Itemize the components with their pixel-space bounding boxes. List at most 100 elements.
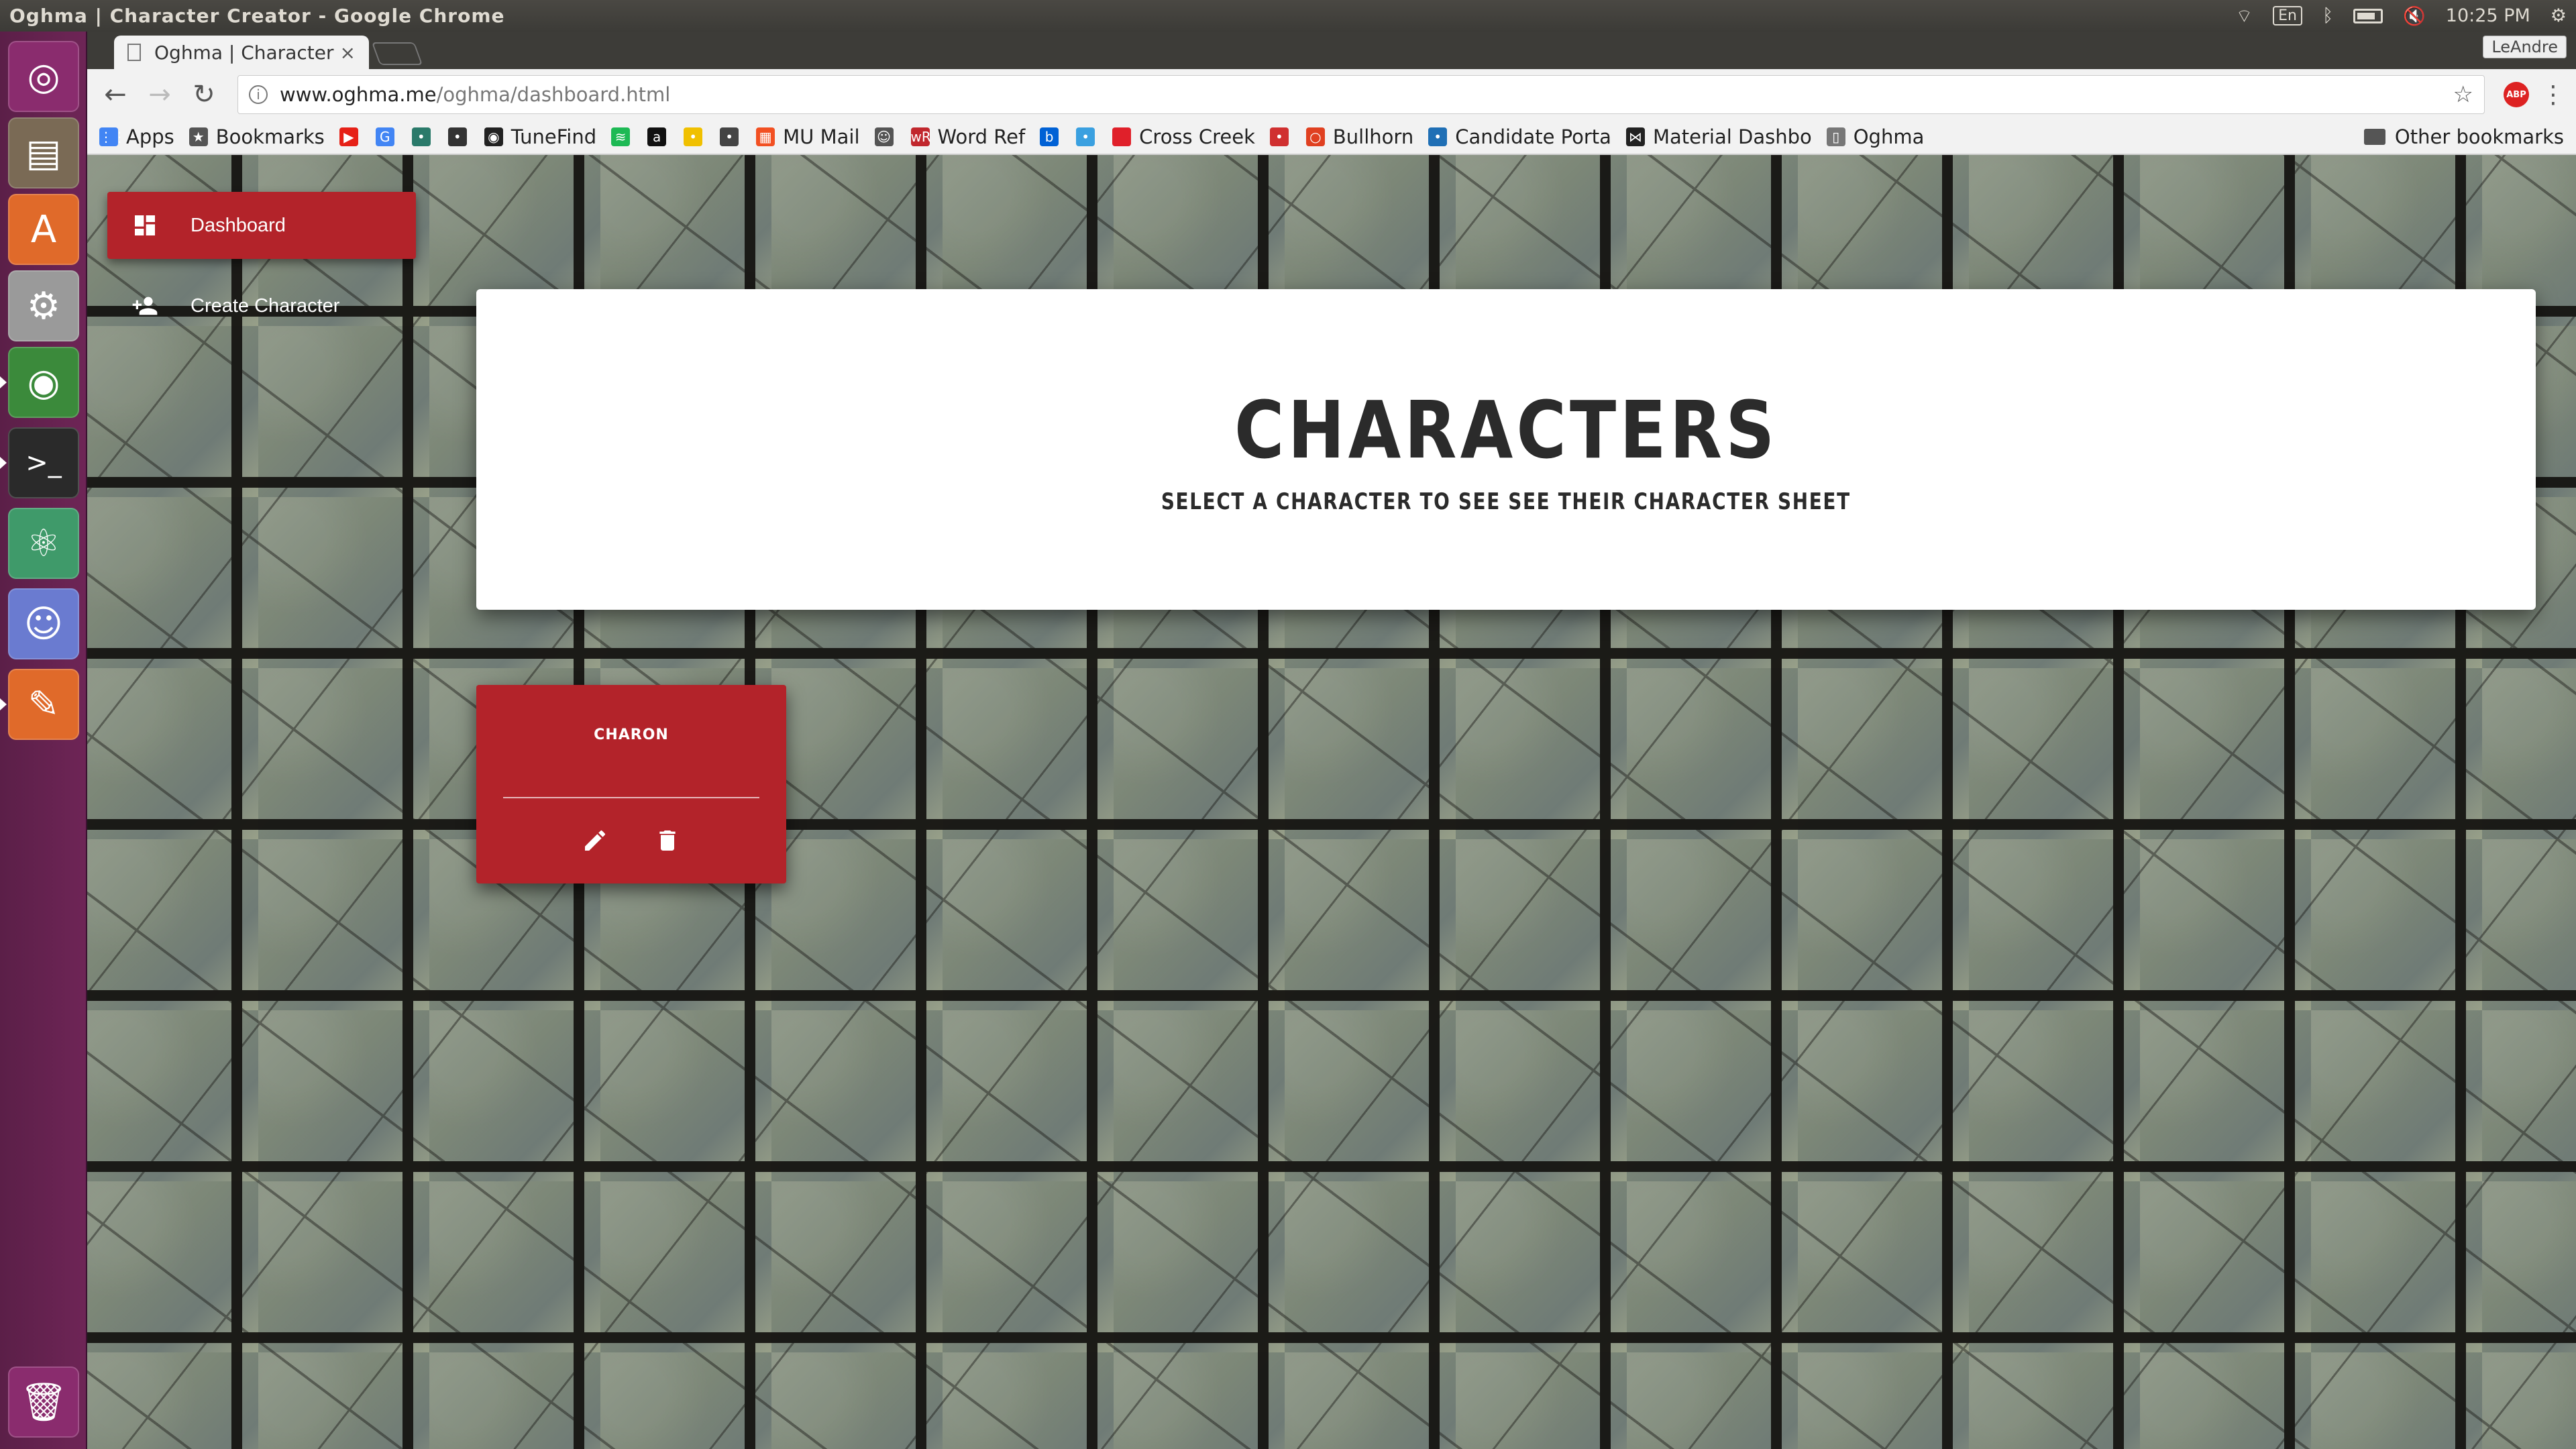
delete-trash-icon[interactable]	[653, 826, 682, 855]
chrome-icon[interactable]: ◉	[8, 347, 79, 418]
sidebar-item-label: Create Character	[191, 294, 340, 317]
reload-icon[interactable]: ↻	[185, 76, 223, 113]
bookmarks-bar: ⋮⋮ Apps ★ Bookmarks ▶ G • • ◉ TuneFind ≋ a • • ▦ MU Mai…	[87, 120, 2576, 155]
sidebar-item-create-character[interactable]: Create Character	[107, 272, 416, 339]
bookmark-item[interactable]: a	[647, 127, 674, 146]
bookmark-item[interactable]: ★ Bookmarks	[189, 125, 325, 148]
bookmark-item[interactable]: ⋈ Material Dashbo	[1625, 125, 1812, 148]
address-bar[interactable]: i www.oghma.me/oghma/dashboard.html ☆	[237, 75, 2485, 114]
bookmark-item[interactable]: ☺	[874, 127, 902, 146]
wifi-icon[interactable]: ⌔	[2236, 5, 2253, 28]
google-icon: G	[375, 127, 394, 146]
folder-icon	[2363, 129, 2385, 145]
site-icon: •	[720, 127, 739, 146]
card-divider	[503, 797, 759, 798]
bookmark-item[interactable]: ▶	[339, 127, 366, 146]
editor-icon[interactable]: ✎	[8, 669, 79, 740]
bookmark-label: Oghma	[1853, 125, 1925, 148]
forward-arrow-icon[interactable]: →	[141, 76, 178, 113]
browser-tab-active[interactable]: Oghma | Character ×	[114, 36, 369, 69]
battery-icon[interactable]	[2353, 8, 2383, 23]
bookmark-label: MU Mail	[783, 125, 860, 148]
bookmark-item[interactable]: ◉ TuneFind	[484, 125, 596, 148]
spotify-icon: ≋	[611, 127, 631, 146]
back-arrow-icon[interactable]: ←	[97, 76, 134, 113]
edit-pencil-icon[interactable]	[580, 826, 610, 855]
atom-icon[interactable]: ⚛	[8, 508, 79, 579]
character-card[interactable]: Charon	[476, 685, 786, 883]
browser-toolbar: ← → ↻ i www.oghma.me/oghma/dashboard.htm…	[87, 69, 2576, 120]
terminal-icon[interactable]: >_	[8, 427, 79, 498]
apps-grid-icon: ⋮⋮	[99, 127, 126, 146]
site-info-icon[interactable]: i	[249, 85, 268, 104]
site-icon: •	[411, 127, 431, 146]
os-top-panel: Oghma | Character Creator - Google Chrom…	[0, 0, 2576, 32]
clock[interactable]: 10:25 PM	[2446, 5, 2530, 26]
bookmark-star-icon[interactable]: ☆	[2453, 81, 2473, 108]
bookmark-item[interactable]: •	[684, 127, 710, 146]
browser-tab-strip: Oghma | Character × LeAndre	[87, 32, 2576, 69]
tunefind-icon: ◉	[484, 127, 503, 146]
bookmark-label: Cross Creek	[1139, 125, 1255, 148]
page-title: Characters	[1234, 384, 1778, 476]
characters-header-card: Characters Select a character to see see…	[476, 289, 2536, 610]
files-icon[interactable]: ▤	[8, 117, 79, 189]
bookmark-item[interactable]: ≋	[611, 127, 638, 146]
dashboard-icon	[131, 212, 158, 239]
character-name[interactable]: Charon	[476, 727, 786, 743]
keyboard-layout-indicator[interactable]: En	[2273, 6, 2302, 25]
tab-close-icon[interactable]: ×	[340, 42, 356, 64]
system-settings-icon[interactable]: ⚙	[8, 270, 79, 341]
bookmark-item[interactable]: wR Word Ref	[910, 125, 1026, 148]
indicator-area: ⌔ En ᛒ 🔇 10:25 PM ⚙	[2236, 5, 2567, 28]
page-doc-icon	[127, 44, 141, 61]
new-tab-button[interactable]	[371, 42, 423, 65]
card-actions	[476, 826, 786, 855]
trash-icon[interactable]: 🗑	[8, 1366, 79, 1438]
chrome-menu-icon[interactable]: ⋮	[2540, 81, 2567, 109]
bookmark-item[interactable]: ⋮⋮ Apps	[99, 125, 174, 148]
add-person-icon	[131, 292, 158, 319]
profile-badge[interactable]: LeAndre	[2483, 36, 2567, 58]
bookmark-item[interactable]: •	[1076, 127, 1103, 146]
other-bookmarks[interactable]: Other bookmarks	[2363, 125, 2564, 148]
bookmark-item[interactable]: •	[447, 127, 475, 146]
unity-launcher: ◎ ▤ A ⚙ ◉ >_ ⚛ ☺ ✎ 🗑	[0, 32, 87, 1449]
site-icon: •	[1269, 127, 1289, 146]
microsoft-icon: ▦	[756, 127, 775, 146]
bookmark-label: Bullhorn	[1332, 125, 1414, 148]
system-gear-icon[interactable]: ⚙	[2551, 5, 2567, 26]
bookmark-item[interactable]: b	[1040, 127, 1067, 146]
volume-muted-icon[interactable]: 🔇	[2403, 5, 2426, 27]
star-icon: ★	[189, 127, 208, 146]
red-square-icon	[1112, 127, 1132, 146]
bookmark-item[interactable]: ▯ Oghma	[1826, 125, 1925, 148]
sidebar-item-label: Dashboard	[191, 214, 286, 236]
sidebar-item-dashboard[interactable]: Dashboard	[107, 192, 416, 259]
bookmark-item[interactable]: ○ Bullhorn	[1305, 125, 1414, 148]
ubuntu-dash-icon[interactable]: ◎	[8, 41, 79, 112]
bookmark-label: Word Ref	[937, 125, 1026, 148]
bookmark-label: Candidate Porta	[1455, 125, 1611, 148]
site-icon: •	[1428, 127, 1448, 146]
wordref-icon: wR	[910, 127, 931, 146]
bookmark-item[interactable]: • Candidate Porta	[1428, 125, 1611, 148]
bookmark-item[interactable]: •	[411, 127, 439, 146]
site-icon: •	[447, 127, 467, 146]
discord-icon[interactable]: ☺	[8, 588, 79, 659]
running-indicator	[0, 376, 7, 388]
bookmark-item[interactable]: •	[720, 127, 747, 146]
reddit-icon: ☺	[874, 127, 894, 146]
bookmark-item[interactable]: •	[1269, 127, 1297, 146]
box-icon: b	[1040, 127, 1059, 146]
bluetooth-icon[interactable]: ᛒ	[2322, 5, 2333, 26]
page-subtitle: Select a character to see see their char…	[1161, 488, 1851, 515]
bookmark-item[interactable]: Cross Creek	[1112, 125, 1255, 148]
site-icon: •	[1076, 127, 1095, 146]
tab-title: Oghma | Character	[154, 41, 334, 64]
software-center-icon[interactable]: A	[8, 194, 79, 265]
bookmark-list: ⋮⋮ Apps ★ Bookmarks ▶ G • • ◉ TuneFind ≋ a • • ▦ MU Mai…	[99, 125, 1939, 148]
bookmark-item[interactable]: G	[375, 127, 402, 146]
bookmark-item[interactable]: ▦ MU Mail	[756, 125, 860, 148]
adblock-plus-icon[interactable]: ABP	[2504, 82, 2529, 107]
